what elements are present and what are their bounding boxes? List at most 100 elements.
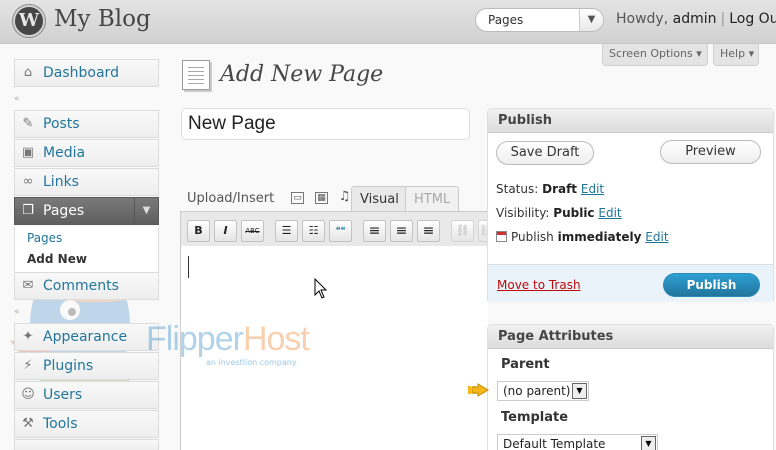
add-audio-icon[interactable]: ♫: [338, 190, 351, 204]
visibility-label: Visibility:: [496, 206, 554, 220]
publish-time-row: Publish immediately Edit: [496, 230, 669, 244]
favorite-actions-value: Pages: [488, 13, 524, 27]
post-title-input[interactable]: New Page: [181, 108, 470, 140]
status-row: Status: Draft Edit: [496, 182, 604, 196]
comment-icon: ✉: [22, 278, 34, 293]
submenu-item-pages[interactable]: Pages: [27, 231, 62, 245]
menu-item-posts[interactable]: ✎ Posts: [14, 110, 159, 138]
chevron-down-icon[interactable]: ▼: [579, 9, 603, 31]
calendar-icon: [496, 231, 507, 242]
move-to-trash-link[interactable]: Move to Trash: [497, 278, 581, 292]
publish-time-label: Publish: [511, 230, 558, 244]
bold-button[interactable]: B: [187, 220, 210, 242]
parent-label: Parent: [501, 357, 550, 372]
tab-html[interactable]: HTML: [405, 186, 460, 212]
help-toggle[interactable]: Help ▾: [713, 44, 759, 66]
help-label: Help: [720, 47, 746, 60]
menu-item-label: Media: [43, 145, 86, 161]
page-attributes-box: Page Attributes Parent (no parent) ▼ Temp…: [487, 324, 774, 450]
screen-options-toggle[interactable]: Screen Options ▾: [602, 44, 708, 66]
menu-item-media[interactable]: ▣ Media: [14, 139, 159, 167]
align-left-button[interactable]: ≡: [363, 220, 386, 242]
menu-item-appearance[interactable]: ✦ Appearance: [14, 323, 159, 351]
plug-icon: ⚡: [23, 358, 33, 373]
menu-item-links[interactable]: ∞ Links: [14, 168, 159, 196]
menu-item-label: Posts: [43, 116, 80, 132]
publish-time-value: immediately: [557, 230, 642, 244]
template-select[interactable]: Default Template ▼: [497, 434, 658, 450]
numbered-list-button[interactable]: ☷: [302, 220, 325, 242]
italic-button[interactable]: I: [214, 220, 237, 242]
wrench-icon: ⚒: [22, 416, 34, 431]
text-caret: [188, 256, 189, 278]
pushpin-icon: ✎: [22, 116, 34, 131]
media-icon: ▣: [21, 145, 35, 160]
menu-item-plugins[interactable]: ⚡ Plugins: [14, 352, 159, 380]
menu-item-label: Appearance: [43, 329, 128, 345]
menu-separator[interactable]: «: [14, 94, 159, 104]
align-right-button[interactable]: ≡: [417, 220, 440, 242]
preview-button[interactable]: Preview: [660, 140, 761, 164]
menu-item-label: Comments: [43, 278, 119, 294]
user-info-separator: |: [720, 11, 726, 27]
page-document-icon: [182, 60, 210, 90]
home-icon: ⌂: [23, 65, 33, 80]
chevron-down-icon: ▼: [641, 436, 656, 450]
menu-item-pages[interactable]: ❐ Pages ▼: [14, 197, 159, 225]
publish-box: Publish Save Draft Preview Status: Draft…: [487, 108, 774, 302]
publish-box-heading[interactable]: Publish: [488, 109, 773, 133]
submenu-item-add-new[interactable]: Add New: [27, 252, 87, 266]
tab-visual[interactable]: Visual: [351, 186, 408, 212]
chevron-down-icon[interactable]: ▼: [134, 198, 158, 224]
bulleted-list-button[interactable]: ☰: [275, 220, 298, 242]
menu-item-label: Tools: [43, 416, 78, 432]
menu-item-settings-partial[interactable]: [14, 439, 159, 450]
menu-item-dashboard[interactable]: ⌂ Dashboard: [14, 59, 159, 87]
screen-options-label: Screen Options: [609, 47, 693, 60]
menu-item-label: Dashboard: [43, 65, 119, 81]
menu-separator[interactable]: «: [14, 308, 159, 317]
username-link[interactable]: admin: [673, 11, 717, 27]
visibility-value: Public: [553, 206, 595, 220]
page-attributes-heading[interactable]: Page Attributes: [488, 325, 773, 349]
editor-toolbar: B I ABC ☰ ☷ ❝❝ ≡ ≡ ≡ ⛓ ⛓: [180, 211, 488, 247]
appearance-icon: ✦: [22, 329, 34, 344]
edit-status-link[interactable]: Edit: [581, 182, 604, 196]
insert-link-button[interactable]: ⛓: [451, 220, 474, 242]
save-draft-button[interactable]: Save Draft: [496, 141, 594, 165]
parent-select-value: (no parent): [503, 384, 571, 398]
menu-item-users[interactable]: ☺ Users: [14, 381, 159, 409]
site-title[interactable]: My Blog: [54, 6, 151, 32]
link-icon: ∞: [22, 174, 34, 189]
status-label: Status:: [496, 182, 543, 196]
editor-content-area[interactable]: [180, 246, 488, 450]
add-video-icon[interactable]: ▦: [315, 192, 328, 204]
chevron-down-icon: ▾: [696, 47, 702, 60]
menu-item-comments[interactable]: ✉ Comments: [14, 272, 159, 300]
favorite-actions-select[interactable]: Pages ▼: [475, 8, 604, 32]
publish-button[interactable]: Publish: [663, 273, 760, 297]
blockquote-button[interactable]: ❝❝: [329, 220, 352, 242]
parent-select[interactable]: (no parent) ▼: [497, 381, 589, 401]
edit-publish-time-link[interactable]: Edit: [645, 230, 668, 244]
logout-link[interactable]: Log Out: [729, 11, 776, 27]
pages-submenu: Pages Add New: [14, 227, 159, 273]
page-title: Add New Page: [220, 62, 384, 87]
add-image-icon[interactable]: ▭: [291, 192, 304, 204]
template-select-value: Default Template: [503, 437, 606, 450]
pages-icon: ❐: [22, 203, 34, 218]
edit-visibility-link[interactable]: Edit: [598, 206, 621, 220]
menu-item-tools[interactable]: ⚒ Tools: [14, 410, 159, 438]
visibility-row: Visibility: Public Edit: [496, 206, 622, 220]
wordpress-logo-icon[interactable]: W: [13, 5, 45, 37]
template-label: Template: [501, 410, 569, 425]
user-info: Howdy, admin|Log Out: [616, 11, 776, 27]
howdy-text: Howdy,: [616, 11, 673, 27]
menu-item-label: Plugins: [43, 358, 94, 374]
collapse-icon: «: [14, 94, 20, 104]
align-center-button[interactable]: ≡: [390, 220, 413, 242]
wordpress-logo-glyph: W: [18, 10, 40, 31]
strikethrough-button[interactable]: ABC: [241, 220, 264, 242]
menu-item-label: Pages: [43, 203, 85, 219]
upload-insert-label: Upload/Insert: [187, 191, 275, 206]
